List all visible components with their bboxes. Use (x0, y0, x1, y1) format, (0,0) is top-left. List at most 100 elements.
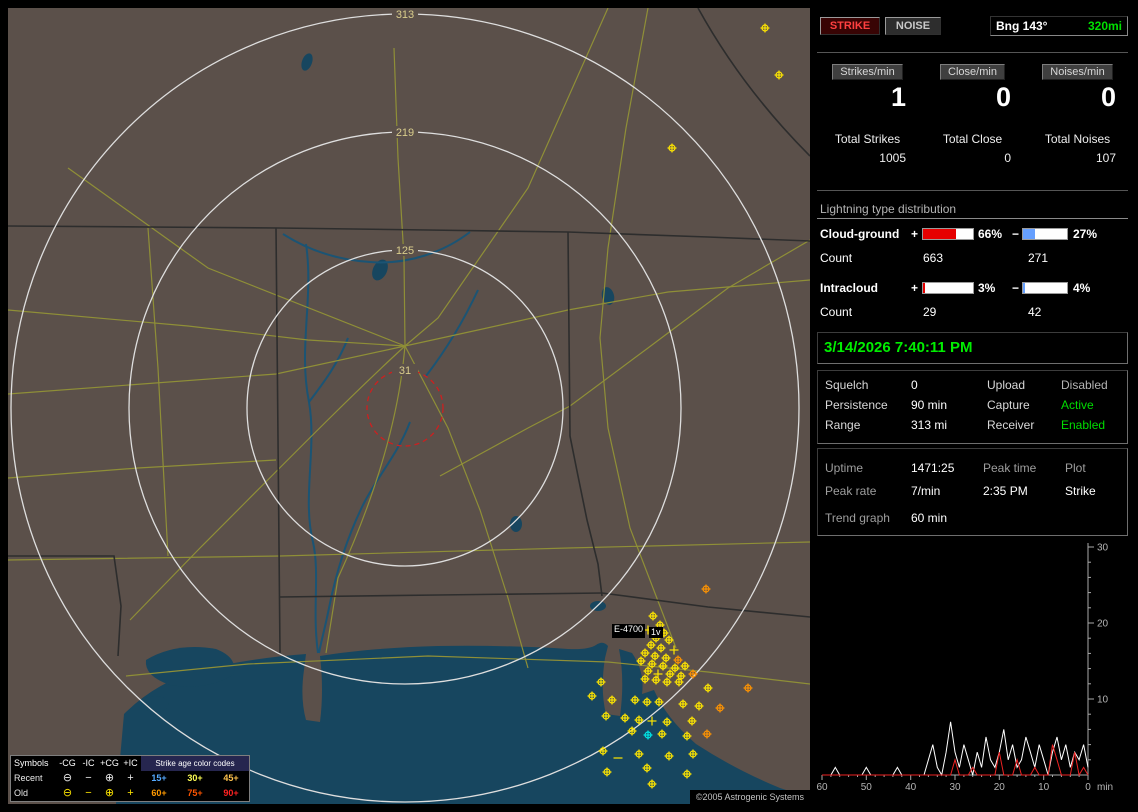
water-bodies (116, 53, 810, 804)
squelch-label: Squelch (825, 378, 869, 392)
storm-cell-id: E-4700 (612, 624, 646, 638)
strike-symbol-icon: + (127, 787, 134, 799)
svg-text:219: 219 (396, 127, 414, 139)
noises-per-min-value: 0 (1100, 82, 1116, 112)
status-panel: Squelch 0 Persistence 90 min Range 313 m… (817, 370, 1128, 444)
close-per-min-box[interactable]: Close/min (940, 64, 1005, 80)
total-strikes-value: 1005 (879, 151, 906, 165)
svg-text:30: 30 (949, 782, 961, 793)
svg-text:20: 20 (1097, 619, 1109, 630)
trend-graph: 30 20 10 60 50 40 30 20 10 0 min (816, 543, 1113, 794)
range-value: 320mi (1087, 19, 1122, 33)
copyright-notice: ©2005 Astrogenic Systems (689, 790, 810, 804)
strike-symbol-icon: ⊕ (104, 787, 115, 799)
ic-positive-count: 29 (923, 305, 937, 319)
range-label: Range (825, 418, 861, 432)
legend-col-pos-cg: +CG (100, 758, 119, 768)
ic-negative-percent: 4% (1073, 281, 1091, 295)
lightning-map[interactable]: 313 219 125 31 E-4700 1v Symbols -CG -IC +C… (8, 8, 810, 804)
count-label: Count (820, 251, 853, 265)
ic-negative-count: 42 (1028, 305, 1042, 319)
bearing-value: Bng 143° (996, 19, 1048, 33)
legend-col-pos-ic: +IC (123, 758, 138, 768)
receiver-label: Receiver (987, 418, 1035, 432)
roads (8, 8, 810, 685)
uptime-value: 1471:25 (911, 461, 955, 475)
cloud-ground-row: Cloud-ground + 66% − 27% (815, 227, 1130, 241)
map-canvas: 313 219 125 31 (8, 8, 810, 804)
nexstorm-app: { "map": { "copyright": "©2005 Astrogeni… (0, 0, 1138, 812)
storm-cell-label: E-4700 1v (612, 624, 663, 638)
negative-sign: − (1012, 281, 1020, 295)
count-label: Count (820, 305, 853, 319)
datetime-display: 3/14/2026 7:40:11 PM (824, 339, 973, 356)
cloud-ground-count-row: Count 663 271 (815, 251, 1130, 265)
legend-row-label: Old (14, 788, 29, 798)
positive-sign: + (911, 281, 919, 295)
plot-label: Plot (1065, 461, 1086, 475)
noises-per-min-box[interactable]: Noises/min (1042, 64, 1113, 80)
stats-panel: Uptime 1471:25 Peak time Plot Peak rate … (817, 448, 1128, 536)
svg-text:30: 30 (1097, 543, 1109, 554)
strike-symbol-icon: ⊖ (62, 772, 73, 784)
legend-age-code: 15+ (151, 773, 167, 783)
bearing-range-display: Bng 143° 320mi (990, 16, 1128, 36)
svg-text:10: 10 (1038, 782, 1050, 793)
peak-time-label: Peak time (983, 461, 1037, 475)
rivers (282, 231, 479, 654)
squelch-value: 0 (911, 378, 918, 392)
upload-label: Upload (987, 378, 1026, 392)
upload-status: Disabled (1061, 378, 1108, 392)
cg-negative-percent: 27% (1073, 227, 1098, 241)
intracloud-label: Intracloud (820, 281, 879, 295)
distribution-title: Lightning type distribution (820, 202, 957, 216)
range-value: 313 mi (911, 418, 948, 432)
negative-sign: − (1012, 227, 1020, 241)
legend-age-header: Strike age color codes (141, 756, 249, 771)
svg-text:313: 313 (396, 9, 414, 21)
cg-negative-bar (1022, 228, 1068, 240)
strikes-rate-column: Strikes/min 1 Total Strikes 1005 (815, 64, 920, 196)
svg-text:0: 0 (1085, 782, 1091, 793)
total-noises-label: Total Noises (1044, 132, 1111, 146)
close-rate-column: Close/min 0 Total Close 0 (920, 64, 1025, 196)
svg-text:50: 50 (861, 782, 873, 793)
trend-graph-value: 60 min (911, 511, 948, 525)
strike-symbol-icon: ⊕ (104, 772, 115, 784)
cg-positive-bar (922, 228, 974, 240)
positive-sign: + (911, 227, 919, 241)
svg-text:125: 125 (396, 245, 414, 257)
cloud-ground-label: Cloud-ground (820, 227, 900, 241)
peak-time-value: 2:35 PM (983, 484, 1028, 498)
legend-age-code: 30+ (187, 773, 203, 783)
legend-row-label: Recent (14, 773, 43, 783)
cg-negative-count: 271 (1028, 251, 1049, 265)
strike-symbol-icon: ⊖ (62, 787, 73, 799)
noises-rate-column: Noises/min 0 Total Noises 107 (1025, 64, 1130, 196)
cg-positive-percent: 66% (978, 227, 1003, 241)
strike-toggle-button[interactable]: STRIKE (820, 17, 880, 35)
intracloud-row: Intracloud + 3% − 4% (815, 281, 1130, 295)
svg-text:20: 20 (994, 782, 1006, 793)
datetime-panel: 3/14/2026 7:40:11 PM (817, 332, 1128, 364)
intracloud-count-row: Count 29 42 (815, 305, 1130, 319)
persistence-label: Persistence (825, 398, 888, 412)
ic-negative-bar-fill (1023, 283, 1025, 293)
ic-positive-bar-fill (923, 283, 925, 293)
ic-negative-bar (1022, 282, 1068, 294)
legend-symbols-header: Symbols (14, 758, 49, 768)
total-strikes-label: Total Strikes (834, 132, 901, 146)
noise-toggle-button[interactable]: NOISE (885, 17, 941, 35)
peak-rate-value: 7/min (911, 484, 941, 498)
strikes-per-min-box[interactable]: Strikes/min (832, 64, 903, 80)
storm-cell-trend: 1v (649, 627, 663, 638)
ic-positive-percent: 3% (978, 281, 996, 295)
control-panel: STRIKE NOISE Bng 143° 320mi Strikes/min … (815, 8, 1130, 804)
trend-graph-label: Trend graph (825, 511, 890, 525)
total-close-value: 0 (1004, 151, 1011, 165)
svg-text:60: 60 (816, 782, 828, 793)
capture-label: Capture (987, 398, 1030, 412)
strike-symbol-icon: + (127, 772, 134, 784)
total-noises-value: 107 (1095, 151, 1116, 165)
svg-text:10: 10 (1097, 695, 1109, 706)
